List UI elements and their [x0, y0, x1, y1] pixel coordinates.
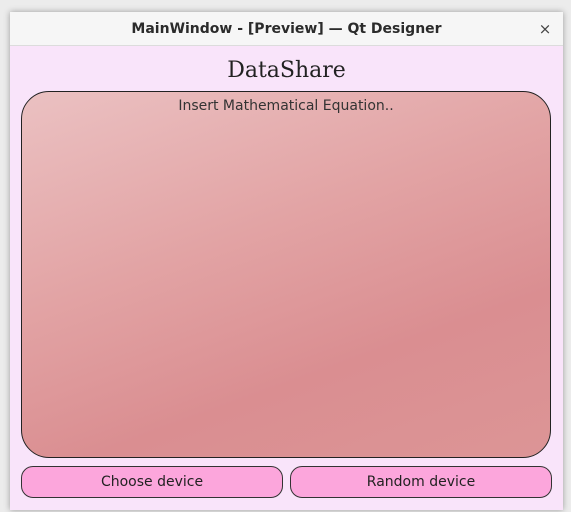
app-heading: DataShare	[227, 58, 346, 83]
random-device-button[interactable]: Random device	[290, 466, 552, 498]
window-title: MainWindow - [Preview] — Qt Designer	[131, 21, 442, 37]
main-window: MainWindow - [Preview] — Qt Designer × D…	[10, 12, 563, 510]
close-icon[interactable]: ×	[535, 19, 555, 39]
equation-placeholder: Insert Mathematical Equation..	[178, 98, 394, 114]
choose-device-button[interactable]: Choose device	[21, 466, 283, 498]
title-bar: MainWindow - [Preview] — Qt Designer ×	[10, 12, 563, 46]
equation-input[interactable]: Insert Mathematical Equation..	[21, 91, 551, 458]
